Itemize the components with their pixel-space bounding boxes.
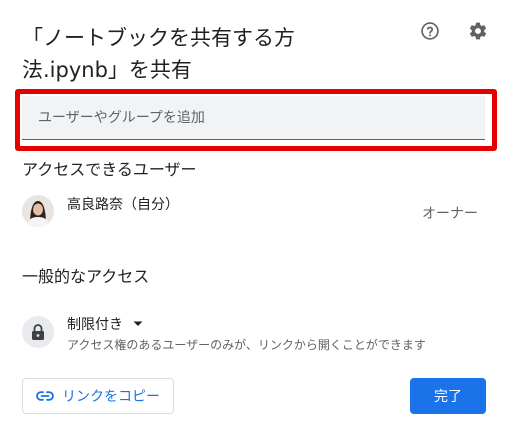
user-avatar	[22, 195, 54, 227]
link-icon	[36, 391, 54, 401]
gear-icon	[469, 22, 487, 40]
help-button[interactable]	[417, 18, 443, 44]
settings-button[interactable]	[465, 18, 491, 44]
copy-link-label: リンクをコピー	[62, 389, 160, 405]
add-people-input[interactable]	[22, 96, 485, 140]
done-button[interactable]: 完了	[410, 378, 486, 414]
dialog-title: 「ノートブックを共有する方法.ipynb」を共有	[22, 26, 295, 82]
share-dialog: 「ノートブックを共有する方法.ipynb」を共有 アクセスできるユーザー 高良路…	[0, 0, 510, 435]
help-circle-icon	[421, 22, 439, 40]
user-name: 高良路奈（自分）	[67, 197, 179, 213]
general-access-selected: 制限付き	[67, 317, 123, 333]
general-access-heading: 一般的なアクセス	[22, 267, 150, 286]
user-role: オーナー	[422, 206, 478, 222]
people-with-access-heading: アクセスできるユーザー	[22, 160, 197, 179]
copy-link-button[interactable]: リンクをコピー	[22, 378, 174, 414]
caret-down-icon	[133, 321, 143, 326]
general-access-dropdown[interactable]: 制限付き	[67, 314, 143, 334]
general-access-description: アクセス権のあるユーザーのみが、リンクから開くことができます	[67, 338, 426, 352]
lock-icon	[22, 316, 54, 348]
